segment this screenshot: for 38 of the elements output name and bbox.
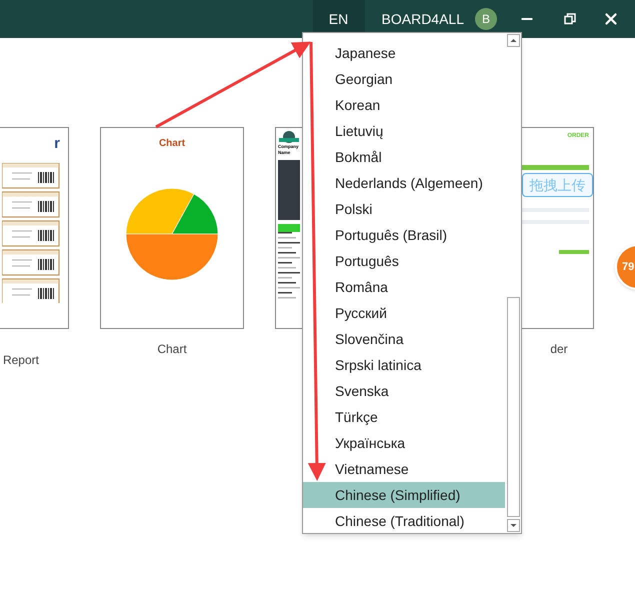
language-option[interactable]: Nederlands (Algemeen) — [303, 170, 505, 196]
language-option[interactable]: Korean — [303, 92, 505, 118]
language-option[interactable]: Georgian — [303, 66, 505, 92]
language-option[interactable]: Chinese (Traditional) — [303, 508, 505, 534]
thumbnail-heading: r — [54, 136, 60, 151]
language-option[interactable]: Chinese (Simplified) — [303, 482, 505, 508]
count-badge: 79 — [615, 244, 635, 290]
scroll-down-icon[interactable] — [506, 519, 520, 532]
list-lines-drawing — [278, 232, 300, 301]
language-option[interactable]: Lietuvių — [303, 118, 505, 144]
language-option[interactable]: Português — [303, 248, 505, 274]
language-option[interactable]: Slovenčina — [303, 326, 505, 352]
language-option[interactable]: Polski — [303, 196, 505, 222]
scrollbar[interactable] — [505, 33, 521, 533]
chart-title: Chart — [158, 137, 186, 151]
language-option[interactable]: Türkçe — [303, 404, 505, 430]
scroll-up-icon[interactable] — [506, 34, 520, 47]
user-name: BOARD4ALL — [382, 10, 464, 28]
language-option[interactable]: Japanese — [303, 40, 505, 66]
sidebar-block — [278, 160, 300, 220]
template-label: Chart — [157, 341, 187, 358]
template-thumbnail[interactable]: Chart — [100, 127, 244, 329]
template-label: Report — [2, 352, 39, 369]
restore-icon[interactable] — [564, 13, 576, 25]
template-thumbnail[interactable]: r — [0, 127, 69, 329]
language-option[interactable]: Русский — [303, 300, 505, 326]
language-option[interactable]: Srpski latinica — [303, 352, 505, 378]
highlight-bar — [278, 224, 300, 232]
template-label: der — [550, 341, 568, 358]
language-option[interactable]: Bokmål — [303, 144, 505, 170]
logo-icon — [278, 130, 300, 144]
language-option[interactable]: Vietnamese — [303, 456, 505, 482]
language-option[interactable]: Português (Brasil) — [303, 222, 505, 248]
scroll-thumb[interactable] — [507, 297, 520, 517]
language-option[interactable]: Українська — [303, 430, 505, 456]
language-option[interactable]: Svenska — [303, 378, 505, 404]
ship-to-bar — [521, 165, 589, 170]
language-option[interactable]: Româna — [303, 274, 505, 300]
